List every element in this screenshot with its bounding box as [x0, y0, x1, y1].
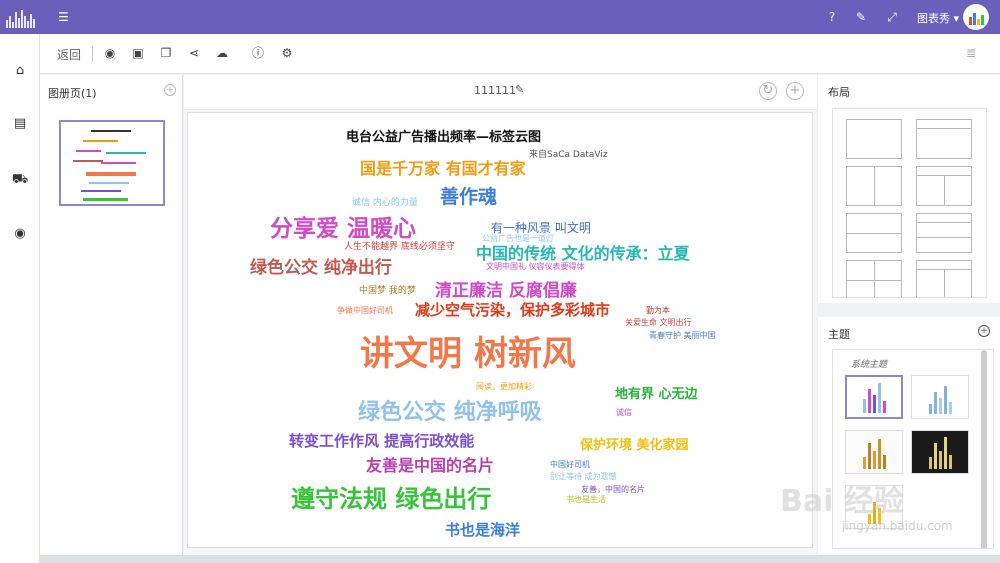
page-name[interactable]: 111111: [474, 84, 516, 97]
word-cloud-word[interactable]: 讲文明 树新风: [360, 337, 576, 371]
preview-eye-icon[interactable]: ◉: [102, 45, 118, 61]
word-cloud-word[interactable]: 减少空气污染，保护多彩城市: [415, 303, 610, 318]
fullscreen-icon[interactable]: ⤢: [884, 9, 900, 25]
home-icon[interactable]: ⌂: [10, 61, 30, 81]
layout-option[interactable]: [916, 213, 972, 253]
share-icon[interactable]: ⋖: [186, 45, 202, 61]
pencil-icon[interactable]: ✎: [515, 83, 524, 96]
layout-list: [832, 108, 987, 298]
word-cloud-word[interactable]: 阅读，更加精彩: [476, 383, 532, 391]
word-cloud-word[interactable]: 绿色公交 纯净出行: [250, 260, 392, 277]
layout-title: 布局: [828, 86, 850, 99]
word-cloud-word[interactable]: 诚信: [616, 409, 632, 417]
left-nav: ⌂ ▤ ⛟ ◉: [0, 34, 40, 563]
settings-icon[interactable]: ⚙: [279, 45, 295, 61]
word-cloud-word[interactable]: 友善，中国的名片: [581, 486, 645, 494]
layout-option[interactable]: [916, 166, 972, 206]
word-cloud-word[interactable]: 分享爱 温暖心: [270, 218, 416, 241]
layout-option[interactable]: [916, 260, 972, 297]
theme-title: 主题: [828, 328, 850, 341]
word-cloud-word[interactable]: 关爱生命 文明出行: [625, 319, 692, 327]
layout-option[interactable]: [846, 213, 902, 253]
word-cloud-word[interactable]: 争做中国好司机: [337, 307, 393, 315]
save-icon[interactable]: ▣: [130, 45, 146, 61]
word-cloud-word[interactable]: 诚信 内心的力量: [352, 199, 418, 208]
word-cloud-word[interactable]: 别让等待 成为遗憾: [550, 473, 617, 481]
layout-option[interactable]: [846, 260, 902, 297]
word-cloud-word[interactable]: 中国好司机: [550, 461, 590, 469]
help-icon[interactable]: ?: [824, 9, 840, 25]
word-cloud-word[interactable]: 书也是海洋: [445, 523, 520, 538]
theme-scrollbar[interactable]: [981, 350, 987, 548]
word-cloud-word[interactable]: 善作魂: [440, 188, 497, 207]
book-icon[interactable]: ▤: [10, 114, 30, 134]
album-title: 图册页(1): [48, 87, 97, 100]
word-cloud-word[interactable]: 中国梦 我的梦: [359, 287, 416, 296]
toolbar-divider: [92, 46, 93, 62]
word-cloud-chart[interactable]: 电台公益广告播出频率—标签云图 来自SaCa DataViz 讲文明 树新风绿色…: [187, 112, 813, 548]
refresh-icon[interactable]: ↻: [759, 82, 777, 100]
user-menu[interactable]: 图表秀 ▾: [917, 10, 959, 26]
back-button[interactable]: 返回: [57, 46, 81, 63]
copy-icon[interactable]: ❐: [158, 45, 174, 61]
word-cloud-word[interactable]: 绿色公交 纯净呼吸: [358, 402, 542, 424]
word-cloud-word[interactable]: 保护环境 美化家园: [580, 439, 689, 452]
layout-option[interactable]: [916, 119, 972, 159]
word-cloud-word[interactable]: 友善是中国的名片: [366, 458, 494, 474]
chart-subtitle: 来自SaCa DataViz: [529, 150, 608, 160]
globe-icon[interactable]: ◉: [10, 224, 30, 244]
theme-option[interactable]: [845, 430, 903, 474]
word-cloud-word[interactable]: 人生不能越界 底线必须坚守: [344, 243, 455, 252]
word-cloud-word[interactable]: 地有界 心无边: [615, 388, 698, 401]
word-cloud-word[interactable]: 中国的传统 文化的传承：立夏: [476, 246, 690, 262]
add-page-icon[interactable]: +: [164, 84, 176, 96]
layout-section: 布局: [818, 75, 1000, 303]
cloud-upload-icon[interactable]: ☁: [214, 45, 230, 61]
menu-toggle-icon[interactable]: ☰: [58, 10, 72, 24]
page-thumbnail[interactable]: [59, 120, 165, 206]
word-cloud-word[interactable]: 遵守法规 绿色出行: [291, 487, 491, 511]
list-icon[interactable]: ≣: [963, 45, 979, 61]
add-theme-icon[interactable]: +: [978, 325, 990, 337]
logo-icon[interactable]: [6, 6, 36, 28]
cart-icon[interactable]: ⛟: [10, 170, 30, 190]
canvas-header: 111111 ✎ ↻ +: [184, 75, 817, 110]
word-cloud-word[interactable]: 清正廉洁 反腐倡廉: [435, 283, 577, 300]
word-cloud-word[interactable]: 国是千万家 有国才有家: [360, 161, 526, 177]
system-theme-label: 系统主题: [851, 360, 888, 370]
word-cloud-word[interactable]: 勤为本: [646, 307, 670, 315]
word-cloud-word[interactable]: 书也是生活: [566, 496, 606, 504]
chart-title: 电台公益广告播出频率—标签云图: [346, 130, 542, 145]
layout-option[interactable]: [846, 119, 902, 159]
avatar[interactable]: [963, 4, 989, 30]
theme-option[interactable]: [911, 375, 969, 419]
word-cloud-word[interactable]: 青春守护 美丽中国: [649, 332, 716, 340]
info-icon[interactable]: ⓘ: [250, 45, 266, 61]
word-cloud-word[interactable]: 转变工作作风 提高行政效能: [289, 434, 474, 449]
word-cloud-word[interactable]: 文明中国礼 仪容仪表要得体: [486, 263, 585, 271]
word-cloud-word[interactable]: 公益广告也是一道灯: [482, 235, 554, 243]
watermark-logo: Bai 经验: [780, 484, 904, 519]
layout-option[interactable]: [846, 166, 902, 206]
top-bar: ☰ ? ✎ ⤢ 图表秀 ▾: [0, 0, 1000, 34]
word-cloud-word[interactable]: 有一种风景 叫文明: [491, 222, 591, 234]
bottom-strip: [40, 555, 1000, 563]
add-icon[interactable]: +: [786, 82, 804, 100]
theme-option[interactable]: [845, 375, 903, 419]
watermark-url: jingyan.baidu.com: [842, 519, 953, 533]
toolbar: 返回 ◉ ▣ ❐ ⋖ ☁ ⓘ ⚙ ≣: [40, 34, 1000, 74]
album-panel: 图册页(1) +: [40, 75, 183, 555]
edit-icon[interactable]: ✎: [853, 9, 869, 25]
theme-option[interactable]: [911, 430, 969, 474]
